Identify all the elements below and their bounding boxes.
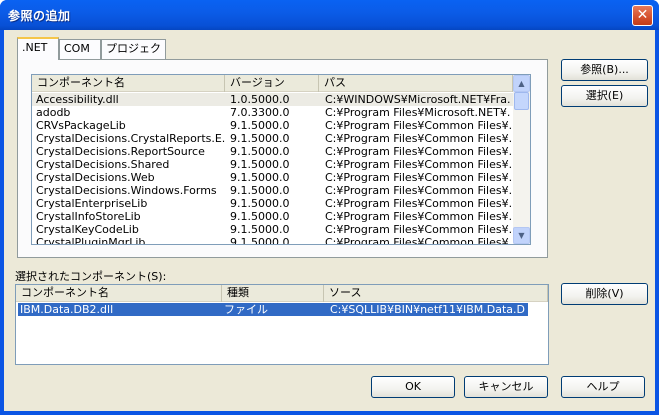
table-row[interactable]: CrystalPluginMgrLib 9.1.5000.0 C:¥Program … [32, 236, 513, 245]
row-version: 9.1.5000.0 [230, 210, 290, 223]
row-path: C:¥Program Files¥Common Files¥... [325, 119, 511, 132]
row-path: C:¥WINDOWS¥Microsoft.NET¥Fra... [325, 93, 511, 106]
selected-components-label: 選択されたコンポーネント(S): [15, 270, 167, 283]
window-title: 参照の追加 [8, 9, 71, 23]
row-name: CrystalEnterpriseLib [36, 197, 148, 210]
table-row[interactable]: CrystalEnterpriseLib 9.1.5000.0 C:¥Program… [32, 197, 513, 210]
scroll-up-icon[interactable]: ▲ [513, 75, 530, 92]
list-header: コンポーネント名 バージョン パス [32, 75, 513, 92]
table-row[interactable]: adodb 7.0.3300.0 C:¥Program Files¥Microsof… [32, 106, 513, 119]
row-version: 9.1.5000.0 [230, 132, 290, 145]
cancel-button[interactable]: キャンセル [464, 376, 548, 398]
table-row[interactable]: CrystalDecisions.CrystalReports.E... 9.1.… [32, 132, 513, 145]
table-row[interactable]: CrystalDecisions.ReportSource 9.1.5000.0 C… [32, 145, 513, 158]
row-path: C:¥Program Files¥Common Files¥... [325, 210, 511, 223]
table-row[interactable]: CrystalKeyCodeLib 9.1.5000.0 C:¥Program Fi… [32, 223, 513, 236]
components-list[interactable]: コンポーネント名 バージョン パス Accessibility.dll 1.0.5… [31, 74, 531, 245]
row-version: 9.1.5000.0 [230, 236, 290, 245]
selected-list-header: コンポーネント名 種類 ソース [16, 285, 548, 302]
row-name: CrystalPluginMgrLib [36, 236, 146, 245]
browse-button[interactable]: 参照(B)... [561, 59, 648, 81]
row-name: IBM.Data.DB2.dll [20, 303, 114, 316]
row-version: 9.1.5000.0 [230, 197, 290, 210]
scroll-down-icon[interactable]: ▼ [513, 227, 530, 244]
row-version: 9.1.5000.0 [230, 158, 290, 171]
row-name: CrystalDecisions.Windows.Forms [36, 184, 217, 197]
row-path: C:¥Program Files¥Microsoft.NET¥... [325, 106, 511, 119]
close-icon[interactable]: ✕ [632, 5, 653, 26]
row-name: CRVsPackageLib [36, 119, 126, 132]
row-path: C:¥Program Files¥Common Files¥... [325, 197, 511, 210]
tab-project[interactable]: プロジェクト [101, 39, 166, 73]
column-header-version[interactable]: バージョン [225, 75, 319, 92]
row-version: 9.1.5000.0 [230, 171, 290, 184]
row-path: C:¥Program Files¥Common Files¥... [325, 236, 511, 245]
row-type: ファイル [224, 303, 268, 316]
column-header-name[interactable]: コンポーネント名 [16, 285, 222, 302]
tab-com[interactable]: COM [59, 39, 101, 59]
remove-button[interactable]: 削除(V) [561, 283, 648, 305]
row-version: 9.1.5000.0 [230, 145, 290, 158]
column-header-source[interactable]: ソース [324, 285, 548, 302]
tab-label: .NET [22, 41, 48, 54]
table-row[interactable]: Accessibility.dll 1.0.5000.0 C:¥WINDOWS¥Mi… [32, 93, 513, 106]
row-name: CrystalDecisions.CrystalReports.E... [36, 132, 225, 145]
selected-components-list[interactable]: コンポーネント名 種類 ソース IBM.Data.DB2.dll ファイル C:¥S… [15, 284, 549, 365]
help-button[interactable]: ヘルプ [561, 376, 645, 398]
tab-label: COM [64, 42, 90, 55]
table-row[interactable]: CrystalDecisions.Windows.Forms 9.1.5000.0… [32, 184, 513, 197]
ok-button[interactable]: OK [371, 376, 455, 398]
row-version: 7.0.3300.0 [230, 106, 290, 119]
select-button[interactable]: 選択(E) [561, 85, 648, 107]
row-path: C:¥Program Files¥Common Files¥... [325, 145, 511, 158]
column-header-type[interactable]: 種類 [222, 285, 324, 302]
row-source: C:¥SQLLIB¥BIN¥netf11¥IBM.Data.DB... [330, 303, 526, 316]
column-header-path[interactable]: パス [319, 75, 513, 92]
table-row[interactable]: CrystalDecisions.Shared 9.1.5000.0 C:¥Prog… [32, 158, 513, 171]
table-row[interactable]: CrystalInfoStoreLib 9.1.5000.0 C:¥Program … [32, 210, 513, 223]
vertical-scrollbar[interactable]: ▲ ▼ [513, 75, 530, 244]
row-version: 9.1.5000.0 [230, 184, 290, 197]
table-row[interactable]: IBM.Data.DB2.dll ファイル C:¥SQLLIB¥BIN¥netf11… [18, 303, 528, 316]
row-name: CrystalDecisions.Web [36, 171, 155, 184]
row-path: C:¥Program Files¥Common Files¥... [325, 223, 511, 236]
row-path: C:¥Program Files¥Common Files¥... [325, 132, 511, 145]
row-path: C:¥Program Files¥Common Files¥... [325, 158, 511, 171]
row-path: C:¥Program Files¥Common Files¥... [325, 171, 511, 184]
row-name: adodb [36, 106, 71, 119]
row-name: CrystalDecisions.Shared [36, 158, 170, 171]
tab-dotnet[interactable]: .NET [17, 37, 59, 60]
row-path: C:¥Program Files¥Common Files¥... [325, 184, 511, 197]
row-name: Accessibility.dll [36, 93, 119, 106]
row-version: 1.0.5000.0 [230, 93, 290, 106]
row-version: 9.1.5000.0 [230, 223, 290, 236]
row-name: CrystalDecisions.ReportSource [36, 145, 205, 158]
row-name: CrystalInfoStoreLib [36, 210, 141, 223]
table-row[interactable]: CrystalDecisions.Web 9.1.5000.0 C:¥Program… [32, 171, 513, 184]
column-header-name[interactable]: コンポーネント名 [32, 75, 225, 92]
table-row[interactable]: CRVsPackageLib 9.1.5000.0 C:¥Program Files… [32, 119, 513, 132]
row-name: CrystalKeyCodeLib [36, 223, 139, 236]
scroll-thumb[interactable] [514, 92, 529, 110]
title-bar[interactable]: 参照の追加 ✕ [0, 0, 659, 30]
row-version: 9.1.5000.0 [230, 119, 290, 132]
